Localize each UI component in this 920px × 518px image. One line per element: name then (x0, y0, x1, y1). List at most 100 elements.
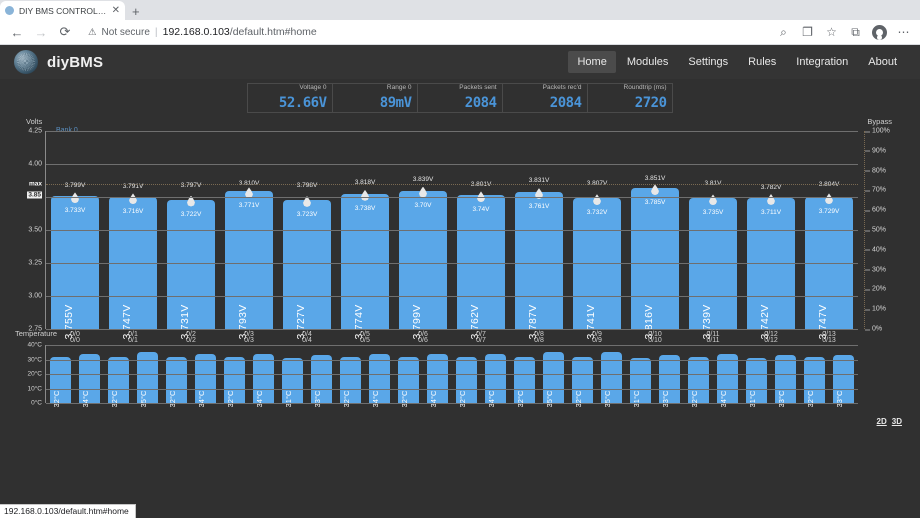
volts-axis-title: Volts (26, 117, 43, 126)
browser-tab[interactable]: DIY BMS CONTROLLER v4 ✕ (0, 1, 125, 20)
temperature-bar[interactable]: 32°C (224, 356, 245, 407)
bypass-droplet-icon (651, 184, 659, 195)
temperature-plot: 0/0 32°C 34°C 0/1 32°C 35°C 0/2 32°C 34°C 0/3 32°C… (27, 337, 858, 407)
page-content: diyBMS Home Modules Settings Rules Integrati… (0, 45, 920, 518)
temperature-bar[interactable]: 32°C (514, 356, 535, 407)
bypass-axis-tick: 100% (865, 127, 890, 135)
tab-close-icon[interactable]: ✕ (112, 5, 120, 16)
temperature-bar[interactable]: 33°C (311, 355, 332, 407)
gridline (46, 329, 858, 330)
temperature-bar[interactable]: 31°C (630, 358, 651, 407)
new-tab-button[interactable]: + (132, 5, 140, 18)
nav-link-about[interactable]: About (859, 51, 906, 73)
cell-voltage-bar[interactable]: 3.731V 3.722V (167, 199, 215, 340)
nav-link-settings[interactable]: Settings (679, 51, 737, 73)
brand-name: diyBMS (47, 53, 104, 71)
temperature-value-label: 32°C (573, 390, 583, 408)
browser-toolbar: ← → ⟳ ⚠ Not secure | 192.168.0.103/defau… (0, 20, 920, 45)
cell-voltage-bar[interactable]: 3.799V 3.70V (399, 190, 447, 340)
temperature-bar[interactable]: 34°C (79, 353, 100, 407)
temperature-bar[interactable]: 32°C (108, 356, 129, 407)
gridline (46, 163, 858, 165)
temperature-bar[interactable]: 32°C (166, 356, 187, 407)
temperature-bar[interactable]: 33°C (833, 355, 854, 407)
install-app-icon[interactable]: ❐ (799, 24, 816, 41)
brand[interactable]: diyBMS (14, 50, 103, 74)
max-voltage-label: 3.851V (644, 174, 666, 182)
nav-link-integration[interactable]: Integration (787, 51, 857, 73)
temperature-x-label: 0/11 (706, 337, 720, 344)
toolbar-actions: ⌕ ❐ ☆ ⧉ ⋯ (775, 24, 912, 41)
temperature-bar[interactable]: 31°C (746, 358, 767, 407)
tab-favicon-icon (5, 6, 14, 15)
temperature-value-label: 34°C (80, 390, 90, 408)
bypass-voltage-label: 3.761V (528, 203, 550, 211)
stat-label: Packets rec'd (542, 84, 582, 91)
bypass-voltage-label: 3.735V (702, 209, 724, 217)
temperature-bar[interactable]: 34°C (369, 353, 390, 407)
nav-link-modules[interactable]: Modules (618, 51, 678, 73)
bypass-axis-tick: 30% (864, 266, 887, 274)
toggle-3d[interactable]: 3D (892, 417, 902, 426)
temperature-bar[interactable]: 32°C (456, 356, 477, 407)
bypass-voltage-label: 3.716V (122, 208, 144, 216)
temperature-axis-tick: 20°C (27, 370, 42, 378)
max-voltage-label: 3.798V (296, 181, 318, 189)
favorite-star-icon[interactable]: ☆ (823, 24, 840, 41)
temperature-axis-tick: 10°C (27, 385, 42, 392)
temperature-value-label: 35°C (138, 390, 148, 408)
temperature-bar[interactable]: 33°C (659, 355, 680, 407)
forward-button[interactable]: → (32, 23, 50, 41)
temperature-value-label: 32°C (167, 390, 177, 408)
temperature-bar[interactable]: 34°C (485, 353, 506, 407)
cell-voltage-bar[interactable]: 3.774V 3.738V (341, 193, 389, 340)
temperature-bar[interactable]: 33°C (775, 355, 796, 407)
temperature-bar[interactable]: 32°C (804, 356, 825, 407)
profile-avatar[interactable] (871, 24, 888, 41)
search-icon[interactable]: ⌕ (775, 24, 792, 41)
stat-label: Voltage 0 (299, 84, 327, 91)
temperature-bar[interactable]: 31°C (282, 358, 303, 407)
max-voltage-label: 3.799V (64, 181, 86, 189)
reload-button[interactable]: ⟳ (56, 23, 74, 41)
max-threshold-label: max (28, 180, 42, 188)
temperature-bar[interactable]: 32°C (50, 356, 71, 407)
temperature-bar[interactable]: 34°C (253, 353, 274, 407)
temperature-axis-tick: 40°C (27, 341, 42, 349)
bypass-axis-tick: 20% (864, 285, 887, 293)
temperature-value-label: 33°C (776, 390, 786, 408)
max-threshold-value: 3.85 (27, 191, 42, 199)
temperature-bar[interactable]: 34°C (195, 353, 216, 407)
stat-label: Packets sent (459, 84, 497, 91)
y-axis-tick: 3.25 (28, 259, 42, 267)
y-axis-tick: 4.00 (28, 160, 42, 168)
temperature-bar[interactable]: 32°C (340, 356, 361, 407)
temperature-bar[interactable]: 32°C (572, 356, 593, 407)
bypass-axis-tick: 0% (864, 325, 883, 333)
bypass-axis-tick: 60% (864, 206, 887, 214)
toggle-2d[interactable]: 2D (877, 417, 887, 426)
temperature-bar[interactable]: 34°C (717, 353, 738, 407)
nav-link-rules[interactable]: Rules (739, 51, 785, 73)
stat-card: Roundtrip (ms) 2720 (586, 83, 673, 113)
bypass-droplet-icon (361, 190, 369, 201)
not-secure-label: Not secure (101, 26, 150, 38)
more-options-icon[interactable]: ⋯ (895, 24, 912, 41)
cell-voltage-bar[interactable]: 3.816V 3.785V (631, 188, 679, 340)
cell-voltage-bar[interactable]: 3.793V 3.771V (225, 191, 273, 340)
max-voltage-label: 3.818V (354, 179, 376, 187)
temperature-x-label: 0/13 (822, 337, 836, 344)
address-bar[interactable]: ⚠ Not secure | 192.168.0.103/default.htm… (80, 23, 769, 42)
stat-label: Range 0 (386, 84, 412, 91)
temperature-bar[interactable]: 34°C (427, 353, 448, 407)
cell-voltage-bar[interactable]: 3.727V 3.723V (283, 200, 331, 340)
temperature-bar[interactable]: 32°C (688, 356, 709, 407)
stats-row: Voltage 0 52.66V Range 0 89mV Packets sent 20… (0, 79, 920, 113)
nav-link-home[interactable]: Home (568, 51, 616, 73)
cell-voltage-bar[interactable]: 3.787V 3.761V (515, 192, 563, 340)
back-button[interactable]: ← (8, 23, 26, 41)
address-divider: | (154, 26, 158, 38)
collections-icon[interactable]: ⧉ (847, 24, 864, 41)
y-axis-tick: 4.25 (28, 127, 42, 135)
temperature-bar[interactable]: 32°C (398, 356, 419, 407)
